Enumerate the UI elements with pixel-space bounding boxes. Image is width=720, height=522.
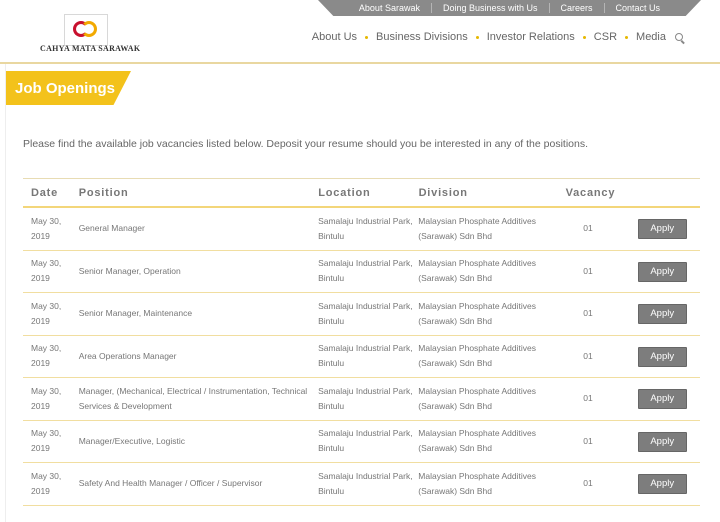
- column-header-location: Location: [318, 186, 371, 199]
- nav-item-about-us[interactable]: About Us: [312, 31, 357, 43]
- table-row: May 30, 2019 Senior Manager, Operation S…: [23, 251, 700, 293]
- nav-separator-dot: [475, 35, 479, 39]
- job-date: May 30, 2019: [31, 385, 62, 411]
- job-position: Safety And Health Manager / Officer / Su…: [78, 478, 263, 489]
- job-division: Malaysian Phosphate Additives (Sarawak) …: [418, 428, 536, 454]
- nav-item-media[interactable]: Media: [636, 31, 666, 43]
- job-vacancy: 01: [583, 350, 593, 361]
- logo-mark-icon: [64, 14, 108, 46]
- apply-button[interactable]: Apply: [637, 474, 687, 495]
- job-division: Malaysian Phosphate Additives (Sarawak) …: [418, 300, 536, 326]
- column-header-division: Division: [418, 186, 468, 199]
- nav-item-business-divisions[interactable]: Business Divisions: [376, 31, 468, 43]
- topbar-link-careers[interactable]: Careers: [548, 3, 604, 13]
- table-row: May 30, 2019 Area Operations Manager Sam…: [23, 336, 700, 378]
- job-location: Samalaju Industrial Park, Bintulu: [318, 258, 413, 284]
- job-date: May 30, 2019: [31, 215, 62, 241]
- job-date: May 30, 2019: [31, 428, 62, 454]
- company-logo[interactable]: CAHYA MATA SARAWAK: [40, 14, 141, 54]
- table-row: May 30, 2019 Safety And Health Manager /…: [23, 463, 700, 506]
- main-content: Job Openings Please find the available j…: [5, 64, 720, 522]
- column-header-date: Date: [31, 186, 59, 199]
- job-position: Manager/Executive, Logistic: [78, 435, 185, 446]
- job-vacancy: 01: [583, 308, 593, 319]
- nav-separator-dot: [625, 35, 629, 39]
- job-openings-table: Date Position Location Division Vacancy …: [23, 178, 700, 506]
- job-vacancy: 01: [583, 265, 593, 276]
- column-header-vacancy: Vacancy: [565, 186, 616, 199]
- nav-separator-dot: [582, 35, 586, 39]
- site-header: About Sarawak Doing Business with Us Car…: [0, 0, 720, 64]
- top-utility-bar: About Sarawak Doing Business with Us Car…: [318, 0, 701, 16]
- job-vacancy: 01: [583, 435, 593, 446]
- job-date: May 30, 2019: [31, 300, 62, 326]
- job-location: Samalaju Industrial Park, Bintulu: [318, 343, 413, 369]
- nav-item-csr[interactable]: CSR: [594, 31, 617, 43]
- intro-text: Please find the available job vacancies …: [23, 138, 589, 150]
- nav-separator-dot: [365, 35, 369, 39]
- column-header-position: Position: [78, 186, 129, 199]
- job-vacancy: 01: [583, 478, 593, 489]
- topbar-link-about-sarawak[interactable]: About Sarawak: [348, 3, 431, 13]
- table-header: Date Position Location Division Vacancy: [23, 178, 700, 208]
- job-location: Samalaju Industrial Park, Bintulu: [318, 385, 413, 411]
- apply-button[interactable]: Apply: [637, 304, 687, 325]
- job-location: Samalaju Industrial Park, Bintulu: [318, 470, 413, 496]
- job-date: May 30, 2019: [31, 343, 62, 369]
- job-date: May 30, 2019: [31, 470, 62, 496]
- apply-button[interactable]: Apply: [637, 389, 687, 410]
- apply-button[interactable]: Apply: [637, 346, 687, 367]
- table-row: May 30, 2019 General Manager Samalaju In…: [23, 208, 700, 251]
- job-position: Senior Manager, Maintenance: [78, 308, 193, 319]
- job-division: Malaysian Phosphate Additives (Sarawak) …: [418, 385, 536, 411]
- apply-button[interactable]: Apply: [637, 219, 687, 240]
- job-date: May 30, 2019: [31, 258, 62, 284]
- table-row: May 30, 2019 Manager, (Mechanical, Elect…: [23, 378, 700, 421]
- topbar-link-doing-business[interactable]: Doing Business with Us: [430, 3, 549, 13]
- job-division: Malaysian Phosphate Additives (Sarawak) …: [418, 258, 536, 284]
- apply-button[interactable]: Apply: [637, 261, 687, 282]
- nav-item-investor-relations[interactable]: Investor Relations: [487, 31, 575, 43]
- search-icon[interactable]: [675, 32, 685, 44]
- job-location: Samalaju Industrial Park, Bintulu: [318, 300, 413, 326]
- job-vacancy: 01: [583, 393, 593, 404]
- job-location: Samalaju Industrial Park, Bintulu: [318, 215, 413, 241]
- topbar-link-contact-us[interactable]: Contact Us: [603, 3, 672, 13]
- job-division: Malaysian Phosphate Additives (Sarawak) …: [418, 470, 536, 496]
- job-division: Malaysian Phosphate Additives (Sarawak) …: [418, 343, 536, 369]
- apply-button[interactable]: Apply: [637, 431, 687, 452]
- page-title: Job Openings: [15, 79, 116, 97]
- logo-wordmark: CAHYA MATA SARAWAK: [40, 44, 141, 53]
- job-location: Samalaju Industrial Park, Bintulu: [318, 428, 413, 454]
- job-position: General Manager: [78, 223, 145, 234]
- job-vacancy: 01: [583, 223, 593, 234]
- job-division: Malaysian Phosphate Additives (Sarawak) …: [418, 215, 536, 241]
- table-row: May 30, 2019 Manager/Executive, Logistic…: [23, 421, 700, 463]
- job-position: Manager, (Mechanical, Electrical / Instr…: [78, 385, 308, 411]
- job-position: Senior Manager, Operation: [78, 265, 181, 276]
- main-navigation: About Us Business Divisions Investor Rel…: [312, 31, 685, 44]
- page-title-banner: Job Openings: [6, 71, 131, 105]
- table-row: May 30, 2019 Senior Manager, Maintenance…: [23, 293, 700, 336]
- job-position: Area Operations Manager: [78, 350, 177, 361]
